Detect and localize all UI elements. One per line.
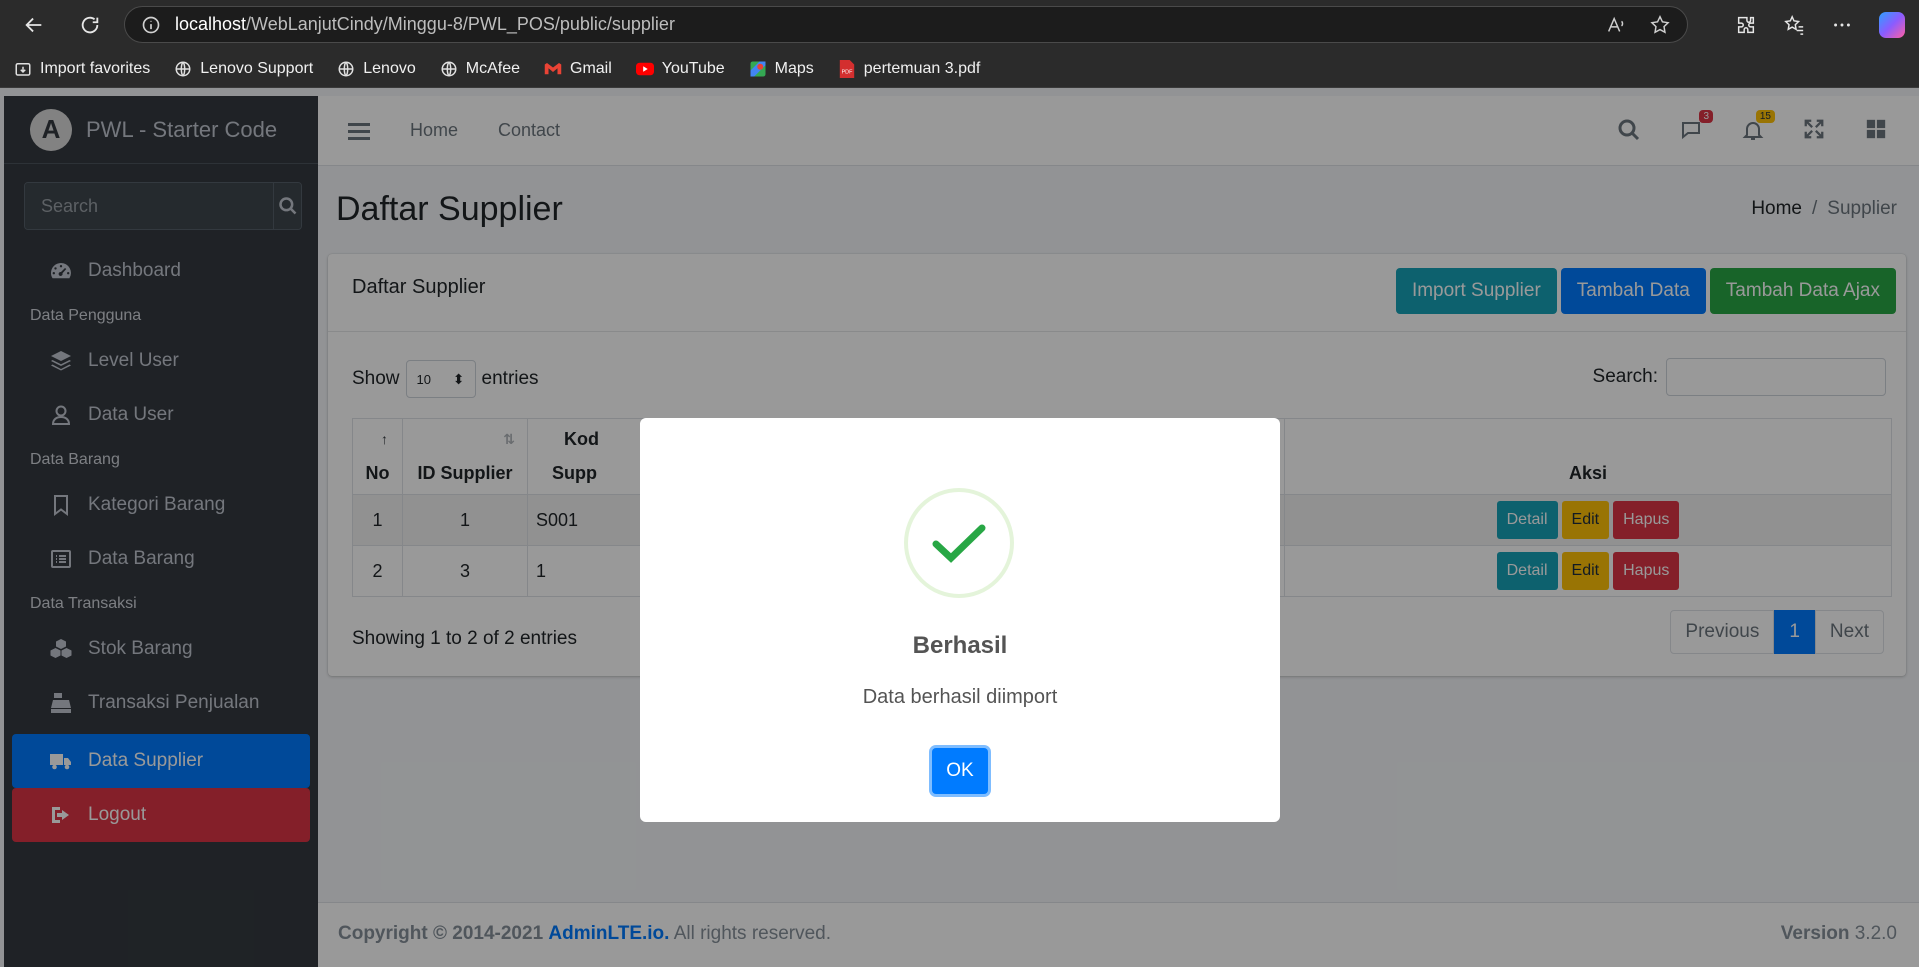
site-info-icon[interactable] bbox=[141, 15, 161, 35]
refresh-icon[interactable] bbox=[70, 5, 110, 45]
dialog-title: Berhasil bbox=[912, 632, 1008, 659]
url-path: /WebLanjutCindy/Minggu-8/PWL_POS/public/… bbox=[246, 14, 675, 34]
dialog-message: Data berhasil diimport bbox=[862, 686, 1058, 708]
gmail-icon bbox=[544, 60, 562, 78]
bookmark-pertemuan-pdf[interactable]: PDF pertemuan 3.pdf bbox=[838, 59, 980, 78]
bookmark-youtube[interactable]: YouTube bbox=[635, 60, 725, 78]
globe-icon bbox=[440, 60, 458, 78]
extensions-icon[interactable] bbox=[1735, 14, 1757, 36]
bookmark-mcafee[interactable]: McAfee bbox=[440, 60, 520, 78]
svg-text:PDF: PDF bbox=[841, 69, 852, 75]
success-check-icon bbox=[904, 488, 1014, 598]
copilot-icon[interactable] bbox=[1879, 12, 1905, 38]
modal-backdrop[interactable]: Berhasil Data berhasil diimport OK bbox=[0, 88, 1919, 967]
bookmarks-bar: Import favorites Lenovo Support Lenovo M… bbox=[0, 50, 1919, 88]
bookmark-gmail[interactable]: Gmail bbox=[544, 60, 612, 78]
url-host: localhost bbox=[175, 14, 247, 34]
maps-icon bbox=[749, 60, 767, 78]
favorite-star-icon[interactable] bbox=[1649, 14, 1671, 36]
success-dialog: Berhasil Data berhasil diimport OK bbox=[640, 418, 1280, 822]
bookmark-lenovo-support[interactable]: Lenovo Support bbox=[174, 60, 313, 78]
import-favorites-icon bbox=[14, 60, 32, 78]
pdf-icon: PDF bbox=[838, 59, 856, 78]
globe-icon bbox=[337, 60, 355, 78]
bookmark-import-favorites[interactable]: Import favorites bbox=[14, 60, 150, 78]
bookmark-maps[interactable]: Maps bbox=[749, 60, 814, 78]
read-aloud-icon[interactable] bbox=[1605, 14, 1627, 36]
youtube-icon bbox=[635, 60, 654, 78]
address-bar[interactable]: localhost/WebLanjutCindy/Minggu-8/PWL_PO… bbox=[124, 6, 1688, 43]
browser-toolbar: localhost/WebLanjutCindy/Minggu-8/PWL_PO… bbox=[0, 0, 1919, 50]
bookmark-lenovo[interactable]: Lenovo bbox=[337, 60, 416, 78]
more-options-icon[interactable] bbox=[1831, 14, 1853, 36]
back-icon[interactable] bbox=[14, 5, 54, 45]
ok-button[interactable]: OK bbox=[932, 748, 988, 794]
favorites-icon[interactable] bbox=[1783, 14, 1805, 36]
globe-icon bbox=[174, 60, 192, 78]
